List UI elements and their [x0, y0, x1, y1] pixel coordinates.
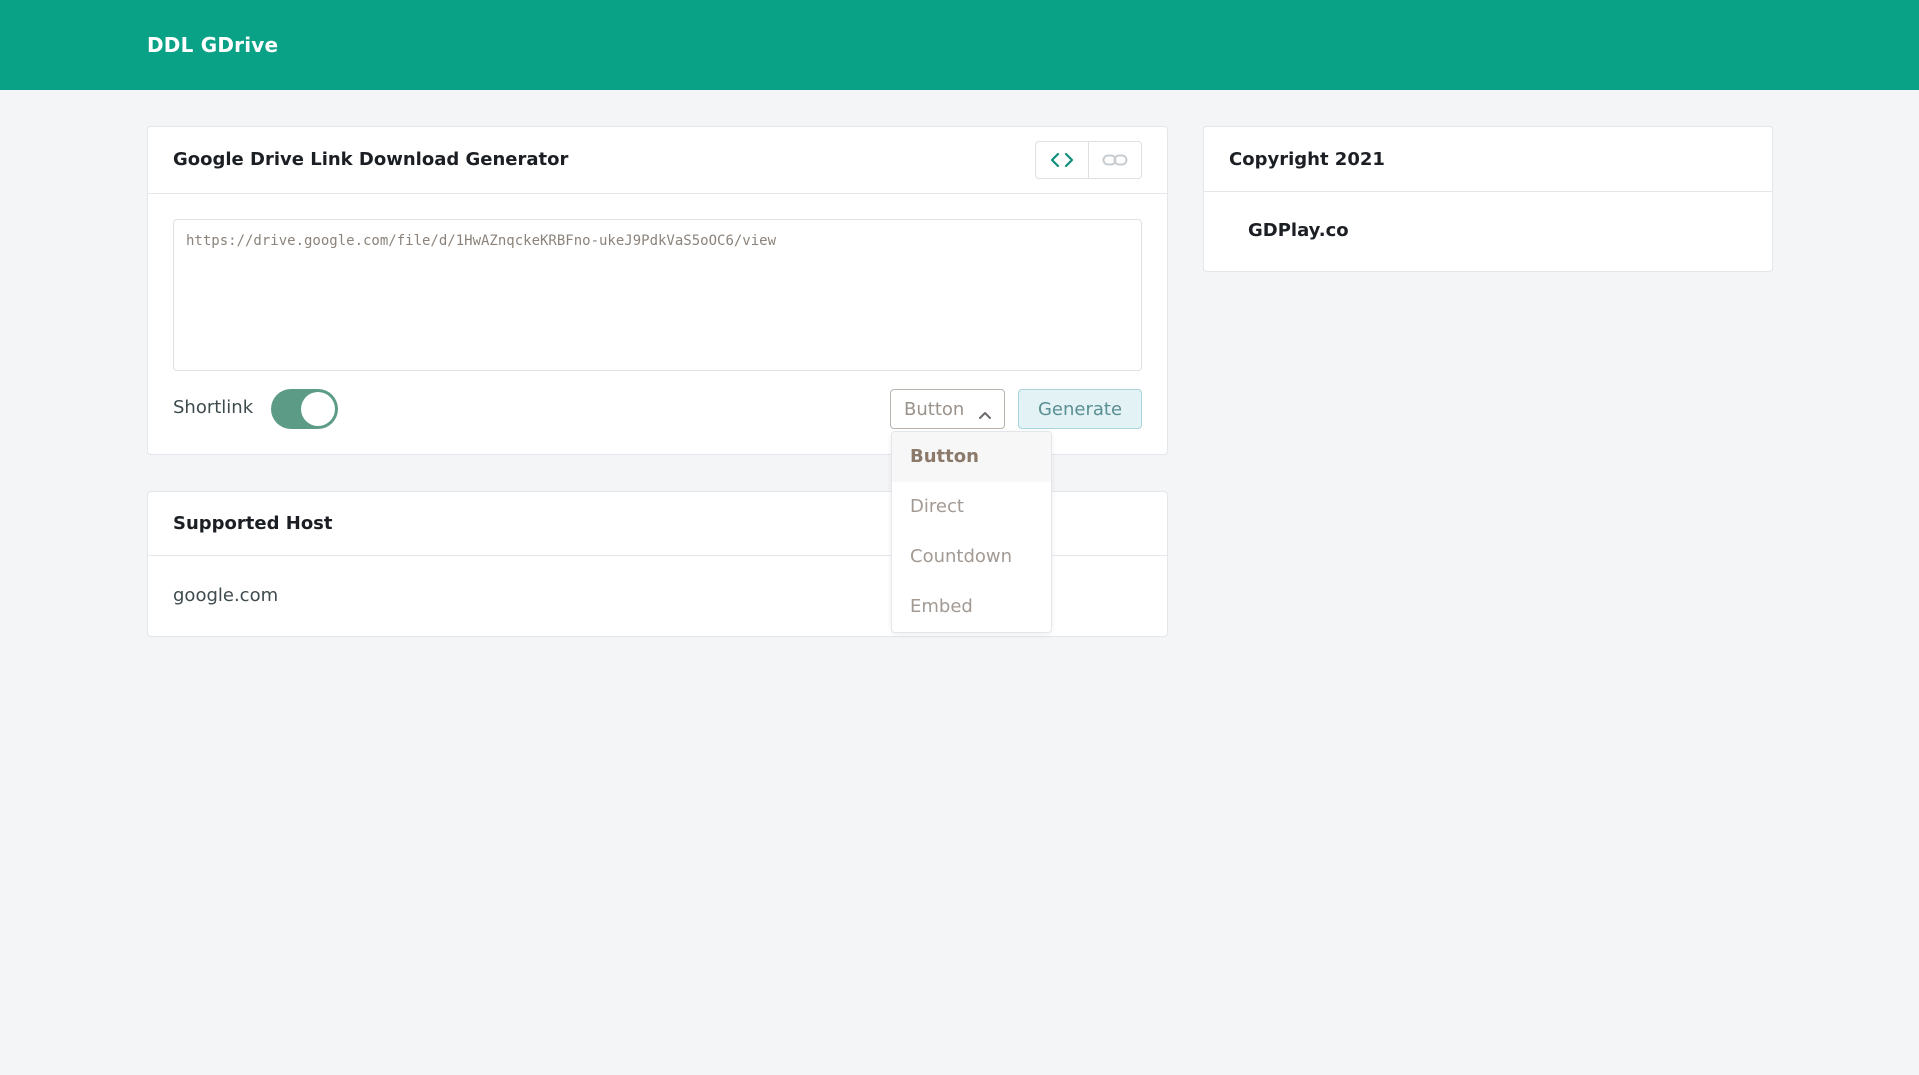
generator-title: Google Drive Link Download Generator — [173, 149, 569, 170]
copyright-title: Copyright 2021 — [1229, 149, 1385, 170]
link-icon[interactable] — [1088, 142, 1141, 178]
copyright-card: Copyright 2021 GDPlay.co — [1203, 126, 1773, 272]
link-type-select[interactable]: Button — [890, 389, 1005, 429]
toggle-knob — [301, 392, 335, 426]
generator-card: Google Drive Link Download Generator htt… — [147, 126, 1168, 455]
dropdown-option-countdown[interactable]: Countdown — [892, 532, 1051, 582]
generate-button[interactable]: Generate — [1018, 389, 1142, 429]
top-navbar: DDL GDrive — [0, 0, 1919, 90]
gdplay-link[interactable]: GDPlay.co — [1248, 220, 1349, 241]
shortlink-toggle[interactable] — [271, 389, 338, 429]
copyright-header: Copyright 2021 — [1204, 127, 1772, 192]
brand-title[interactable]: DDL GDrive — [147, 33, 278, 57]
generator-card-header: Google Drive Link Download Generator — [148, 127, 1167, 194]
drive-url-input[interactable]: https://drive.google.com/file/d/1HwAZnqc… — [173, 219, 1142, 371]
dropdown-option-button[interactable]: Button — [892, 432, 1051, 482]
code-icon[interactable] — [1036, 142, 1088, 178]
mode-toggle-group — [1035, 141, 1142, 179]
dropdown-option-direct[interactable]: Direct — [892, 482, 1051, 532]
chevron-up-icon — [978, 405, 992, 424]
supported-host-title: Supported Host — [173, 513, 333, 534]
host-item: google.com — [173, 585, 279, 606]
link-type-dropdown-menu: Button Direct Countdown Embed — [891, 431, 1052, 633]
dropdown-option-embed[interactable]: Embed — [892, 582, 1051, 632]
link-type-select-value: Button — [904, 399, 965, 420]
shortlink-label: Shortlink — [173, 397, 254, 418]
